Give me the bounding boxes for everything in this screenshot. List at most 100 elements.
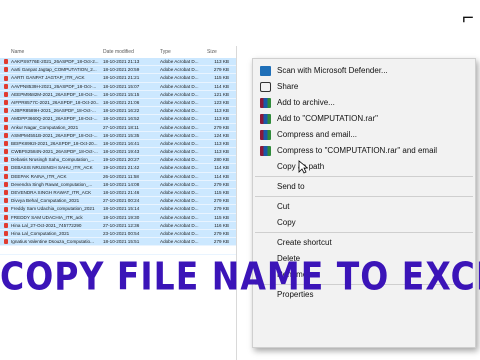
- file-type: Adobe Acrobat D...: [160, 149, 199, 155]
- file-type: Adobe Acrobat D...: [160, 91, 199, 97]
- file-type: Adobe Acrobat D...: [160, 190, 199, 195]
- menu-item-send-to[interactable]: Send to: [253, 179, 475, 195]
- file-name: AARTI GANPAT JAGTAP_ITR_ACK: [11, 75, 85, 81]
- file-name: AIFPR8577C-2021_26ASPDF_18-Oct-20...: [11, 99, 99, 105]
- column-header-size[interactable]: Size: [207, 49, 217, 55]
- overlay-title: COPY FILE NAME TO EXCEL: [0, 254, 480, 299]
- file-name: AMDPP3660Q-2021_26ASPDF_18-Oct-...: [11, 116, 98, 122]
- file-row[interactable]: Ankur Nagar_Computation_2021 27-10-2021 1…: [0, 123, 236, 132]
- pdf-file-icon: [4, 173, 8, 179]
- file-name: Devendra Singh Rawat_computation_...: [11, 181, 93, 187]
- file-row[interactable]: AAKPS9776E-2021_26ASPDF_18-Oct-2... 18-10…: [0, 58, 236, 67]
- file-row[interactable]: ASMPM4551B-2021_26ASPDF_18-Oct-... 18-10-…: [0, 131, 236, 140]
- file-row[interactable]: Debasis Nrusingh Sahu_Computation_... 19-…: [0, 156, 236, 165]
- file-row[interactable]: Devendra Singh Rawat_computation_... 18-1…: [0, 180, 236, 189]
- file-size: 279 KB: [213, 124, 229, 130]
- file-name: Aarti Ganpat Jagtap_COMPUTATION_2...: [11, 67, 97, 73]
- file-type: Adobe Acrobat D...: [160, 140, 199, 146]
- file-row[interactable]: CWBPS2584N-2021_26ASPDF_18-Oct-... 18-10-…: [0, 148, 236, 157]
- file-row[interactable]: AAVPN8539H-2021_26ASPDF_18-Oct-... 18-10-…: [0, 82, 236, 91]
- file-date: 18-10-2021 19:30: [103, 214, 140, 220]
- menu-item-add-to-archive[interactable]: Add to archive...: [253, 95, 475, 111]
- file-row[interactable]: BEIPK8992I-2021_26ASPDF_18-Oct-20... 18-1…: [0, 139, 236, 149]
- file-type: Adobe Acrobat D...: [160, 181, 199, 187]
- file-size: 114 KB: [214, 83, 229, 89]
- menu-item-compress-email[interactable]: Compress and email...: [253, 127, 475, 143]
- menu-item-compress-rar-email[interactable]: Compress to "COMPUTATION.rar" and email: [253, 143, 475, 159]
- menu-separator: [255, 232, 473, 233]
- file-size: 279 KB: [213, 198, 229, 204]
- file-size: 279 KB: [213, 181, 229, 187]
- menu-item-scan-defender[interactable]: Scan with Microsoft Defender...: [253, 63, 475, 79]
- file-type: Adobe Acrobat D...: [160, 165, 199, 171]
- file-type: Adobe Acrobat D...: [160, 222, 199, 228]
- file-row[interactable]: AIFPR8577C-2021_26ASPDF_18-Oct-20... 18-1…: [0, 98, 236, 108]
- file-date: 18-10-2021 14:08: [103, 181, 140, 187]
- pdf-file-icon: [4, 222, 8, 228]
- file-name: Debasis Nrusingh Sahu_Computation_...: [11, 157, 95, 163]
- file-row[interactable]: Divvya Behal_Computation_2021 27-10-2021 …: [0, 197, 236, 206]
- file-row[interactable]: DEVENDRA SINGH RAWAT_ITR_ACK 18-10-2021 2…: [0, 189, 236, 198]
- file-name: AJBPR8589H-2021_26ASPDF_18-Oct-...: [11, 108, 96, 114]
- column-header-date[interactable]: Date modified: [103, 49, 134, 55]
- top-bar: ⌐: [0, 0, 480, 40]
- menu-item-share[interactable]: Share: [253, 79, 475, 95]
- file-row[interactable]: Hina Lal_27-Oct-2021_745772290 27-10-2021…: [0, 221, 236, 230]
- file-type: Adobe Acrobat D...: [160, 116, 199, 122]
- file-size: 280 KB: [213, 157, 229, 163]
- file-size: 116 KB: [214, 222, 229, 228]
- file-type: Adobe Acrobat D...: [160, 214, 199, 220]
- menu-separator: [255, 176, 473, 177]
- file-size: 113 KB: [214, 116, 229, 122]
- pdf-file-icon: [4, 239, 8, 245]
- file-row[interactable]: DEBASIS NRUSINGH SAHU_ITR_ACK 19-10-2021 …: [0, 164, 236, 173]
- file-row[interactable]: AJBPR8589H-2021_26ASPDF_18-Oct-... 18-10-…: [0, 107, 236, 116]
- file-date: 18-10-2021 20:59: [103, 67, 140, 73]
- pdf-file-icon: [4, 59, 8, 65]
- menu-item-copy-as-path[interactable]: Copy as path: [253, 159, 475, 175]
- file-size: 279 KB: [213, 230, 229, 236]
- menu-item-cut[interactable]: Cut: [253, 199, 475, 215]
- pdf-file-icon: [4, 83, 8, 89]
- file-row[interactable]: AARTI GANPAT JAGTAP_ITR_ACK 18-10-2021 21…: [0, 74, 236, 83]
- pdf-file-icon: [4, 190, 8, 196]
- file-size: 279 KB: [213, 67, 229, 73]
- file-row[interactable]: FREDDY SAM UDACHIA_ITR_ack 18-10-2021 19:…: [0, 213, 236, 222]
- defender-shield-icon: [260, 66, 271, 76]
- file-size: 113 KB: [214, 108, 229, 114]
- menu-item-copy[interactable]: Copy: [253, 215, 475, 231]
- file-type: Adobe Acrobat D...: [160, 239, 199, 245]
- pdf-file-icon: [4, 108, 8, 114]
- pdf-file-icon: [4, 91, 8, 97]
- file-row[interactable]: Aarti Ganpat Jagtap_COMPUTATION_2... 18-1…: [0, 66, 236, 75]
- file-name: DEBASIS NRUSINGH SAHU_ITR_ACK: [11, 165, 93, 171]
- column-header-name[interactable]: Name: [11, 49, 24, 55]
- pdf-file-icon: [4, 116, 8, 122]
- column-header-type[interactable]: Type: [160, 49, 171, 55]
- file-size: 113 KB: [214, 149, 229, 155]
- file-type: Adobe Acrobat D...: [160, 67, 199, 73]
- file-date: 27-10-2021 18:11: [103, 124, 139, 130]
- file-row[interactable]: AMDPP3660Q-2021_26ASPDF_18-Oct-... 18-10-…: [0, 115, 236, 124]
- file-row[interactable]: Hina Lal_Computation_2021 23-10-2021 00:5…: [0, 229, 236, 239]
- file-type: Adobe Acrobat D...: [160, 198, 199, 204]
- pdf-file-icon: [4, 231, 8, 237]
- file-row[interactable]: Freddy Sam Udachia_computation_2021 18-10…: [0, 205, 236, 214]
- file-type: Adobe Acrobat D...: [160, 230, 199, 236]
- file-date: 27-10-2021 00:24: [103, 198, 140, 204]
- file-size: 121 KB: [213, 91, 229, 97]
- pdf-file-icon: [4, 198, 8, 204]
- pdf-file-icon: [4, 100, 8, 106]
- file-row[interactable]: DEEPAK RAINA_ITR_ACK 26-10-2021 11:58 Adob…: [0, 172, 236, 181]
- file-name: Ignatius Valentine Dsouza_Computatio...: [11, 239, 94, 245]
- winrar-icon: [260, 146, 271, 156]
- file-type: Adobe Acrobat D...: [160, 99, 199, 105]
- file-date: 18-10-2021 21:46: [103, 190, 140, 195]
- file-size: 115 KB: [214, 214, 229, 220]
- file-name: ASMPM4551B-2021_26ASPDF_18-Oct-...: [11, 132, 98, 138]
- menu-item-add-to-rar[interactable]: Add to "COMPUTATION.rar": [253, 111, 475, 127]
- file-row[interactable]: Ignatius Valentine Dsouza_Computatio... 1…: [0, 238, 236, 247]
- pdf-file-icon: [4, 132, 8, 138]
- file-row[interactable]: AEEPM9582M-2021_26ASPDF_18-Oct-... 18-10-…: [0, 90, 236, 99]
- file-date: 18-10-2021 19:43: [103, 149, 140, 155]
